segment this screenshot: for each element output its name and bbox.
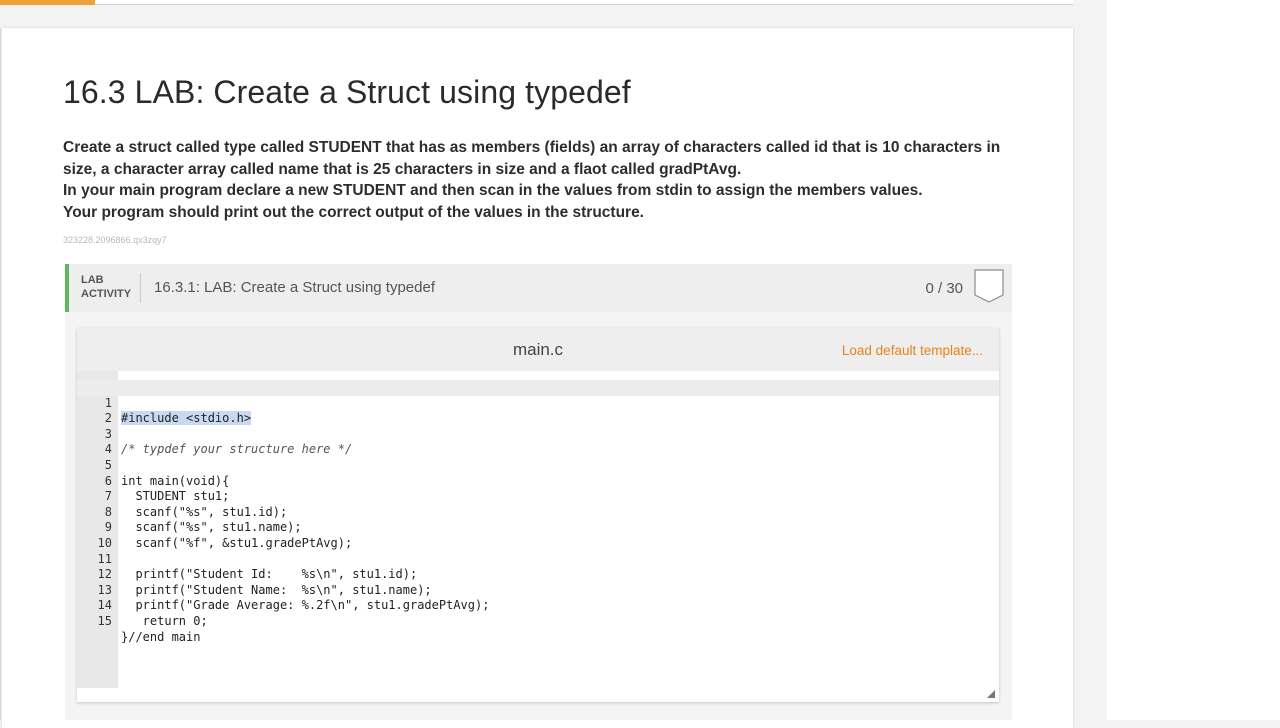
right-margin	[1107, 0, 1280, 720]
code-line[interactable]: 14 return 0;	[77, 583, 999, 628]
lab-activity-tag: LAB ACTIVITY	[81, 273, 131, 301]
file-bar: main.c Load default template...	[77, 328, 999, 371]
load-default-template-link[interactable]: Load default template...	[842, 343, 983, 358]
completion-badge-icon	[974, 269, 1004, 303]
page-title: 16.3 LAB: Create a Struct using typedef	[63, 74, 631, 110]
description-line: Create a struct called type called STUDE…	[63, 139, 1001, 178]
lab-tag-line: ACTIVITY	[81, 288, 132, 300]
header-divider	[140, 273, 141, 303]
code-text: }//end main	[121, 629, 201, 644]
code-line[interactable]: 5 int main(void){	[77, 442, 999, 488]
section-id: 323228.2096866.qx3zqy7	[63, 235, 167, 245]
code-line[interactable]: 4	[77, 427, 999, 456]
code-line[interactable]: 9 scanf("%f", &stu1.gradePtAvg);	[77, 505, 999, 550]
description-line: In your main program declare a new STUDE…	[63, 182, 923, 200]
code-area[interactable]: 1 #include <stdio.h> 2 3 /* typdef your …	[77, 380, 999, 644]
code-line[interactable]: 15 }//end main	[77, 598, 999, 644]
code-line[interactable]: 12 printf("Student Name: %s\n", stu1.nam…	[77, 552, 999, 597]
resize-handle-icon[interactable]	[987, 690, 995, 698]
code-line[interactable]: 8 scanf("%s", stu1.name);	[77, 489, 999, 535]
lab-activity-header: LAB ACTIVITY 16.3.1: LAB: Create a Struc…	[65, 264, 1012, 312]
description-line: Your program should print out the correc…	[63, 204, 644, 222]
editor-container: main.c Load default template... 1 #inclu…	[65, 312, 1012, 720]
score: 0 / 30	[925, 280, 963, 297]
lab-description: Create a struct called type called STUDE…	[63, 137, 1018, 224]
left-border	[0, 28, 1, 720]
code-line[interactable]: 1 #include <stdio.h>	[77, 380, 999, 426]
code-editor[interactable]: main.c Load default template... 1 #inclu…	[77, 328, 999, 702]
code-line[interactable]: 11 printf("Student Id: %s\n", stu1.id);	[77, 536, 999, 582]
top-navigation-bar	[0, 0, 1073, 5]
lab-tag-line: LAB	[81, 274, 104, 286]
code-line[interactable]: 7 scanf("%s", stu1.id);	[77, 474, 999, 519]
lab-activity-title: 16.3.1: LAB: Create a Struct using typed…	[154, 279, 436, 296]
code-line[interactable]: 13 printf("Grade Average: %.2f\n", stu1.…	[77, 567, 999, 613]
code-line[interactable]: 3 /* typdef your structure here */	[77, 411, 999, 457]
code-line[interactable]: 2	[77, 396, 999, 425]
code-line[interactable]: 6 STUDENT stu1;	[77, 458, 999, 504]
line-number: 15	[97, 613, 112, 628]
top-progress-accent	[0, 0, 95, 5]
code-line[interactable]: 10	[77, 520, 999, 550]
